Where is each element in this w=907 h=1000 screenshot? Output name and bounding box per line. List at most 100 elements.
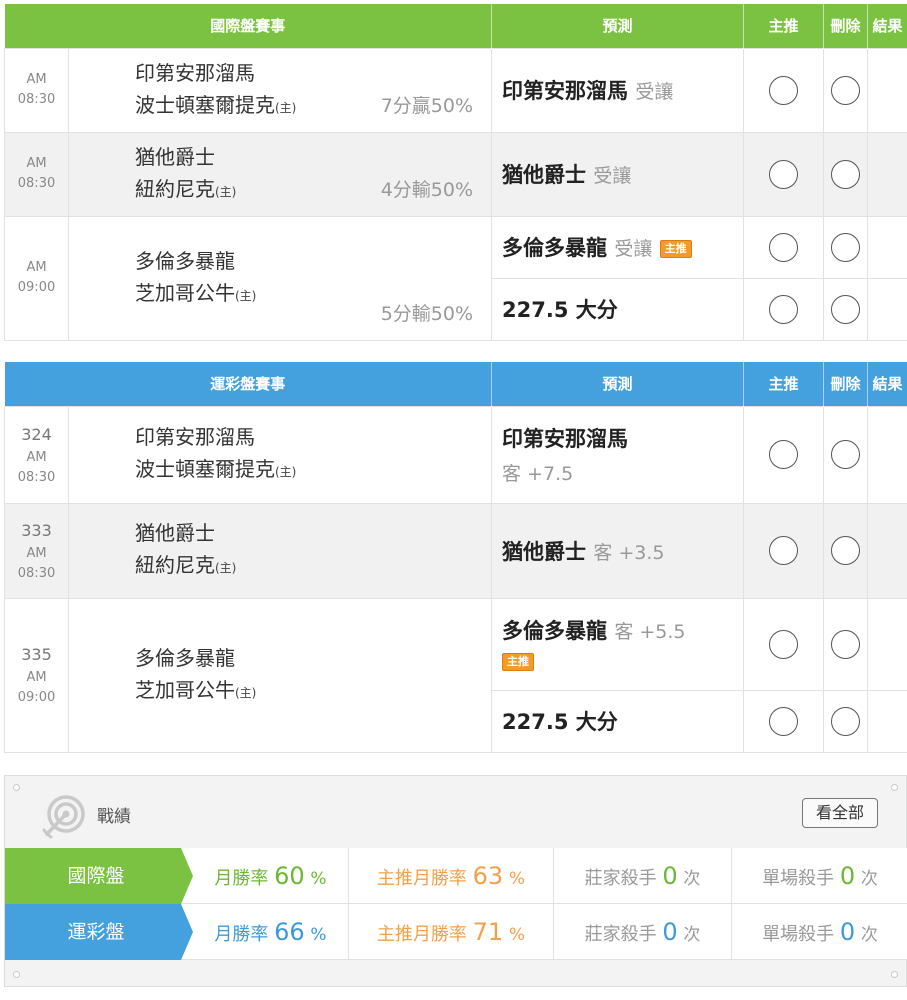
table-row: AM 08:30 印第安那溜馬 波士頓塞爾提克(主) 7分贏50% 印第安那溜馬… [4,47,907,133]
home-team: 芝加哥公牛 [135,280,235,305]
result-cell [867,131,907,217]
ampm: AM [26,260,47,275]
delete-radio[interactable] [831,536,861,565]
table-row: 324 AM 08:30 印第安那溜馬 波士頓塞爾提克(主) 印第安那溜馬 客 … [4,405,907,504]
ampm: AM [26,156,47,171]
win-rate-value: 60 [274,862,305,890]
result-cell [867,215,907,279]
col-delete: 刪除 [823,4,869,48]
home-team: 紐約尼克 [135,176,215,201]
game-time: 335 AM 09:00 [4,597,69,753]
col-predict: 預測 [491,4,745,48]
col-predict: 預測 [491,362,745,406]
handicap-odds: 5分輸50% [380,302,474,325]
total-prediction: 227.5 大分 [491,689,745,753]
main-rate-value: 71 [472,918,504,946]
home-team: 波士頓塞爾提克 [135,92,275,117]
banker-label: 莊家殺手 [584,924,657,945]
prediction: 多倫多暴龍 客 +5.5 主推 [491,597,745,691]
delete-radio[interactable] [831,706,861,736]
away-team: 猶他爵士 [135,521,215,545]
prediction: 猶他爵士 受讓 [491,131,745,217]
record-label-text: 國際盤 [67,865,125,887]
arrow-shape [181,848,193,904]
main-pick-radio[interactable] [769,159,799,189]
handicap-odds: 4分輸50% [380,178,474,201]
record-panel: 戰績 看全部 國際盤 月勝率 60 % 主推月勝率 63 % 莊家殺手 0 次 … [4,775,907,987]
delete-radio[interactable] [831,75,861,105]
col-result: 結果 [867,4,907,48]
result-cell [867,502,907,599]
pick-type: 受讓 [593,165,632,187]
time: 08:30 [17,565,56,581]
home-mark: (主) [275,100,297,115]
game-number: 335 [21,645,52,664]
game-time: AM 08:30 [4,131,69,217]
main-pick-radio[interactable] [769,232,799,262]
pick-line: 客 +5.5 [614,621,686,643]
win-rate-label: 月勝率 [214,868,269,889]
record-row-intl: 國際盤 月勝率 60 % 主推月勝率 63 % 莊家殺手 0 次 單場殺手 0 … [5,848,907,904]
game-teams: 猶他爵士 紐約尼克(主) [67,502,493,599]
delete-radio[interactable] [831,232,861,262]
result-cell [867,405,907,504]
game-teams: 多倫多暴龍 芝加哥公牛(主) [67,597,493,753]
pick-line: 客 +7.5 [502,463,574,485]
game-time: 324 AM 08:30 [4,405,69,504]
result-cell [867,277,907,341]
delete-radio[interactable] [831,629,861,659]
time: 08:30 [17,92,56,107]
main-pick-badge: 主推 [659,240,692,258]
time: 08:30 [17,176,56,191]
pick-type: 受讓 [635,81,674,103]
record-row-lottery: 運彩盤 月勝率 66 % 主推月勝率 71 % 莊家殺手 0 次 單場殺手 0 … [5,904,907,960]
view-all-button[interactable]: 看全部 [802,798,878,828]
main-pick-radio[interactable] [769,706,799,736]
col-main-pick: 主推 [743,4,825,48]
prediction: 印第安那溜馬 受讓 [491,47,745,133]
single-killer-cell: 單場殺手 0 次 [732,904,907,960]
main-rate-value: 63 [472,862,504,890]
pick-team: 多倫多暴龍 [502,236,608,260]
lottery-title: 運彩盤賽事 [4,362,493,406]
record-header: 戰績 看全部 [5,776,906,848]
arrow-shape [181,904,193,960]
col-result: 結果 [867,362,907,406]
home-mark: (主) [235,685,257,700]
game-teams: 印第安那溜馬 波士頓塞爾提克(主) 7分贏50% [67,47,493,133]
record-title: 戰績 [97,807,131,827]
single-value: 0 [839,918,856,946]
main-rate-cell: 主推月勝率 63 % [349,848,554,904]
intl-games-table: 國際盤賽事 預測 主推 刪除 結果 AM 08:30 印第安那溜馬 波士頓塞爾提… [4,4,907,341]
prediction: 猶他爵士 客 +3.5 [491,502,745,599]
away-team: 猶他爵士 [135,144,215,169]
single-value: 0 [839,862,856,890]
banker-killer-cell: 莊家殺手 0 次 [554,904,732,960]
percent-sign: % [310,869,327,889]
times-unit: 次 [683,925,701,945]
lottery-header-row: 運彩盤賽事 預測 主推 刪除 結果 [4,362,907,406]
delete-radio[interactable] [831,440,861,469]
record-label-text: 運彩盤 [67,921,125,943]
main-pick-radio[interactable] [769,536,799,565]
col-delete: 刪除 [823,362,869,406]
total-pick: 227.5 大分 [502,710,618,734]
banker-value: 0 [662,862,678,890]
target-icon [42,795,85,839]
main-pick-radio[interactable] [769,440,799,469]
table-row: 335 AM 09:00 多倫多暴龍 芝加哥公牛(主) 多倫多暴龍 客 +5.5… [4,597,907,753]
away-team: 多倫多暴龍 [135,248,235,273]
win-rate-label: 月勝率 [214,924,269,945]
times-unit: 次 [683,869,701,889]
delete-radio[interactable] [831,294,861,324]
main-pick-radio[interactable] [769,629,799,659]
record-label: 國際盤 [5,848,193,904]
delete-radio[interactable] [831,159,861,189]
main-rate-cell: 主推月勝率 71 % [349,904,554,960]
home-mark: (主) [215,561,237,575]
main-pick-radio[interactable] [769,75,799,105]
main-pick-radio[interactable] [769,294,799,324]
time: 09:00 [17,280,56,295]
home-team: 紐約尼克 [135,553,215,577]
game-time: AM 09:00 [4,215,69,341]
